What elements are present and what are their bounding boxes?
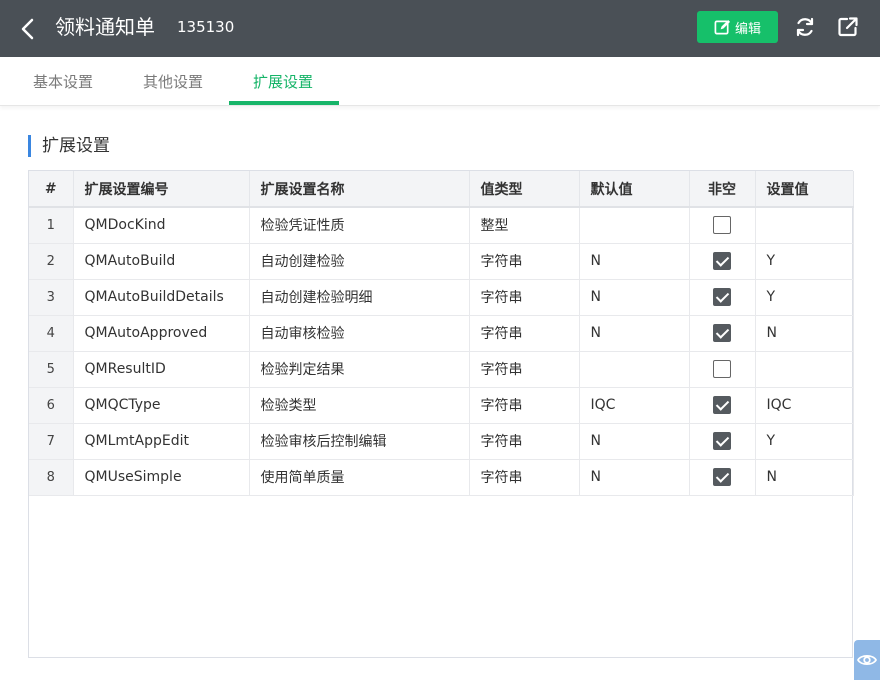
share-icon[interactable] <box>837 16 859 38</box>
col-header-index: # <box>29 171 74 208</box>
setting-value-cell: IQC <box>755 387 854 424</box>
view-toggle-button[interactable] <box>854 640 880 680</box>
required-cell <box>689 207 756 244</box>
setting-name-cell: 检验判定结果 <box>249 351 470 388</box>
default-value-cell: N <box>579 315 690 352</box>
row-index-cell: 3 <box>29 279 74 316</box>
setting-name-cell: 检验凭证性质 <box>249 207 470 244</box>
default-value-cell <box>579 207 690 244</box>
edit-button[interactable]: 编辑 <box>697 11 778 43</box>
setting-value-cell: Y <box>755 243 854 280</box>
row-index-cell: 6 <box>29 387 74 424</box>
col-header-default[interactable]: 默认值 <box>579 171 690 208</box>
value-type-cell: 字符串 <box>469 243 580 280</box>
value-type-cell: 字符串 <box>469 315 580 352</box>
extended-settings-table: # 扩展设置编号 扩展设置名称 值类型 默认值 非空 设置值 1 QMDocKin… <box>28 170 854 658</box>
row-index-cell: 4 <box>29 315 74 352</box>
table-row[interactable]: 2 QMAutoBuild 自动创建检验 字符串 N Y <box>29 243 854 280</box>
default-value-cell: IQC <box>579 387 690 424</box>
setting-code-cell: QMDocKind <box>73 207 250 244</box>
required-checkbox[interactable] <box>713 324 731 342</box>
setting-code-cell: QMResultID <box>73 351 250 388</box>
setting-code-cell: QMAutoBuildDetails <box>73 279 250 316</box>
required-cell <box>689 351 756 388</box>
setting-value-cell: N <box>755 459 854 496</box>
required-cell <box>689 459 756 496</box>
tab-basic-settings[interactable]: 基本设置 <box>33 72 93 92</box>
value-type-cell: 字符串 <box>469 387 580 424</box>
row-index-cell: 7 <box>29 423 74 460</box>
setting-name-cell: 自动创建检验明细 <box>249 279 470 316</box>
setting-value-cell: Y <box>755 423 854 460</box>
default-value-cell <box>579 351 690 388</box>
col-header-name[interactable]: 扩展设置名称 <box>249 171 470 208</box>
setting-code-cell: QMAutoBuild <box>73 243 250 280</box>
table-row[interactable]: 3 QMAutoBuildDetails 自动创建检验明细 字符串 N Y <box>29 279 854 316</box>
eye-icon <box>857 654 877 666</box>
setting-code-cell: QMLmtAppEdit <box>73 423 250 460</box>
tab-other-settings[interactable]: 其他设置 <box>143 72 203 92</box>
default-value-cell: N <box>579 279 690 316</box>
required-cell <box>689 279 756 316</box>
back-icon[interactable] <box>18 17 38 41</box>
table-row[interactable]: 5 QMResultID 检验判定结果 字符串 <box>29 351 854 388</box>
required-checkbox[interactable] <box>713 216 731 235</box>
tab-extended-settings[interactable]: 扩展设置 <box>253 72 313 92</box>
edit-button-label: 编辑 <box>734 21 761 37</box>
col-header-code[interactable]: 扩展设置编号 <box>73 171 250 208</box>
required-cell <box>689 387 756 424</box>
required-cell <box>689 315 756 352</box>
value-type-cell: 整型 <box>469 207 580 244</box>
row-index-cell: 5 <box>29 351 74 388</box>
setting-name-cell: 使用简单质量 <box>249 459 470 496</box>
required-checkbox[interactable] <box>713 288 731 306</box>
app-header: 领料通知单 135130 编辑 <box>0 0 880 57</box>
table-header-row: # 扩展设置编号 扩展设置名称 值类型 默认值 非空 设置值 <box>29 171 854 208</box>
active-tab-indicator <box>229 101 339 105</box>
setting-name-cell: 自动审核检验 <box>249 315 470 352</box>
default-value-cell: N <box>579 459 690 496</box>
value-type-cell: 字符串 <box>469 279 580 316</box>
default-value-cell: N <box>579 243 690 280</box>
required-checkbox[interactable] <box>713 432 731 450</box>
required-cell <box>689 423 756 460</box>
default-value-cell: N <box>579 423 690 460</box>
col-header-value[interactable]: 设置值 <box>755 171 854 208</box>
row-index-cell: 8 <box>29 459 74 496</box>
col-header-required[interactable]: 非空 <box>689 171 756 208</box>
value-type-cell: 字符串 <box>469 351 580 388</box>
setting-value-cell <box>755 351 854 388</box>
table-row[interactable]: 8 QMUseSimple 使用简单质量 字符串 N N <box>29 459 854 496</box>
table-row[interactable]: 7 QMLmtAppEdit 检验审核后控制编辑 字符串 N Y <box>29 423 854 460</box>
required-checkbox[interactable] <box>713 360 731 378</box>
setting-code-cell: QMQCType <box>73 387 250 424</box>
table-row[interactable]: 1 QMDocKind 检验凭证性质 整型 <box>29 207 854 244</box>
setting-code-cell: QMAutoApproved <box>73 315 250 352</box>
table-row[interactable]: 4 QMAutoApproved 自动审核检验 字符串 N N <box>29 315 854 352</box>
setting-value-cell <box>755 207 854 244</box>
document-number: 135130 <box>177 18 235 36</box>
required-checkbox[interactable] <box>713 468 731 486</box>
page-title: 领料通知单 <box>55 15 155 39</box>
section-title: 扩展设置 <box>28 135 110 157</box>
table-row[interactable]: 6 QMQCType 检验类型 字符串 IQC IQC <box>29 387 854 424</box>
required-checkbox[interactable] <box>713 396 731 414</box>
tab-bar: 基本设置 其他设置 扩展设置 <box>0 57 880 106</box>
value-type-cell: 字符串 <box>469 423 580 460</box>
row-index-cell: 1 <box>29 207 74 244</box>
value-type-cell: 字符串 <box>469 459 580 496</box>
setting-value-cell: Y <box>755 279 854 316</box>
col-header-type[interactable]: 值类型 <box>469 171 580 208</box>
required-cell <box>689 243 756 280</box>
setting-name-cell: 自动创建检验 <box>249 243 470 280</box>
setting-name-cell: 检验审核后控制编辑 <box>249 423 470 460</box>
setting-name-cell: 检验类型 <box>249 387 470 424</box>
setting-code-cell: QMUseSimple <box>73 459 250 496</box>
refresh-icon[interactable] <box>794 16 816 38</box>
setting-value-cell: N <box>755 315 854 352</box>
edit-icon <box>714 19 731 34</box>
required-checkbox[interactable] <box>713 252 731 270</box>
row-index-cell: 2 <box>29 243 74 280</box>
